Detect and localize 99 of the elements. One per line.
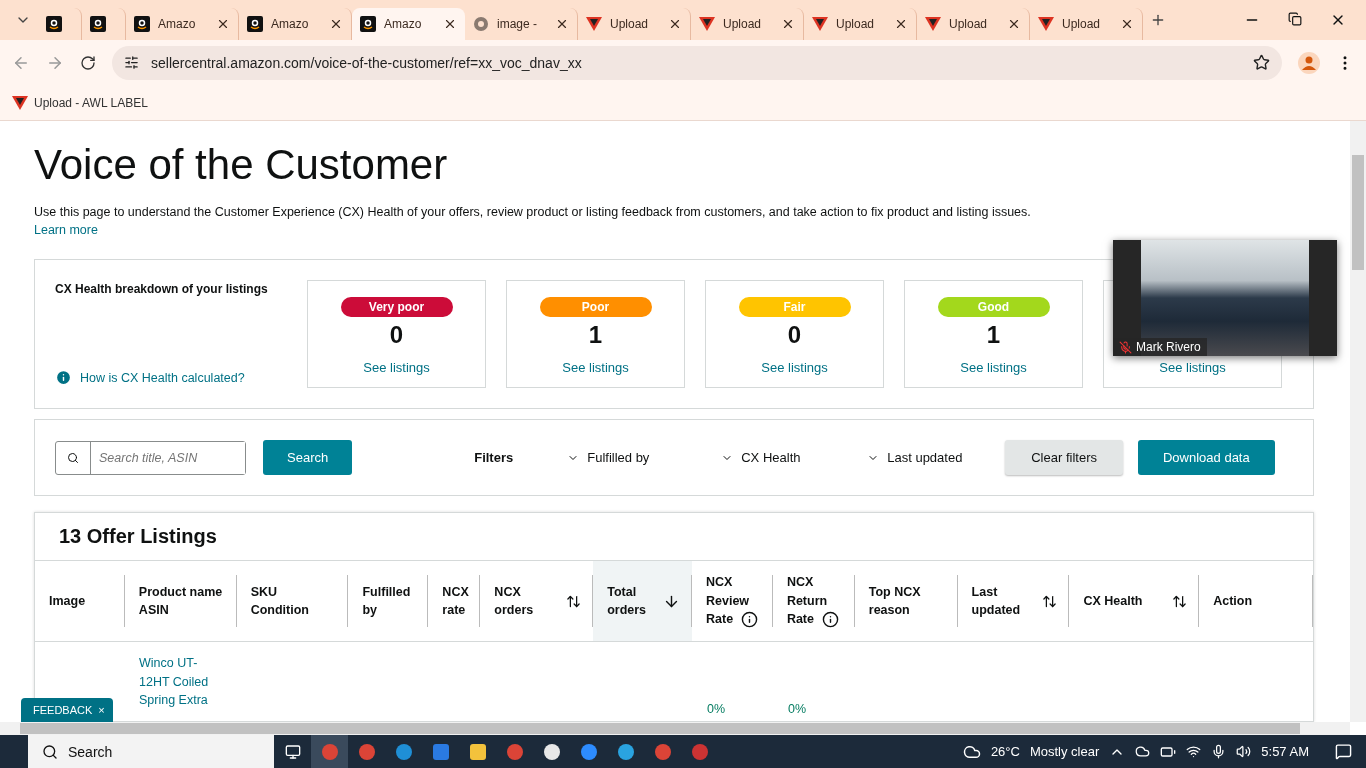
- search-button[interactable]: Search: [263, 440, 353, 475]
- sort-icon[interactable]: [1042, 593, 1058, 609]
- bookmark[interactable]: Upload - AWL LABEL: [12, 95, 148, 110]
- close-icon[interactable]: [781, 17, 795, 31]
- column-header[interactable]: CX Health: [1069, 561, 1200, 641]
- clock[interactable]: 5:57 AM: [1261, 744, 1309, 759]
- profile-icon[interactable]: [1298, 51, 1320, 74]
- triangle-icon: [812, 17, 828, 31]
- filters-label: Filters: [474, 450, 514, 465]
- horizontal-scrollbar[interactable]: [0, 722, 1350, 735]
- column-header[interactable]: Fulfilled by: [348, 561, 429, 641]
- vertical-scrollbar[interactable]: [1350, 121, 1366, 722]
- star-icon[interactable]: [1253, 54, 1270, 71]
- see-listings-link[interactable]: See listings: [562, 360, 629, 375]
- health-badge: Very poor: [340, 297, 453, 317]
- info-icon: [55, 369, 72, 386]
- speaker-icon[interactable]: [1236, 744, 1252, 759]
- see-listings-link[interactable]: See listings: [960, 360, 1027, 375]
- taskbar-search[interactable]: Search: [28, 735, 274, 768]
- health-badge: Poor: [539, 297, 652, 317]
- temperature: 26°C: [990, 744, 1020, 759]
- triangle-icon: [1038, 17, 1054, 31]
- listing-count: 0: [389, 321, 404, 349]
- health-heading: CX Health breakdown of your listings: [55, 282, 269, 296]
- search-field[interactable]: Search title, ASIN: [55, 440, 246, 475]
- info-icon[interactable]: [822, 611, 839, 628]
- column-header[interactable]: Top NCX reason: [854, 561, 958, 641]
- download-button[interactable]: Download data: [1137, 440, 1275, 475]
- page-title: Voice of the Customer: [34, 141, 449, 189]
- triangle-icon: [12, 95, 28, 110]
- health-badge: Good: [937, 297, 1050, 317]
- close-icon[interactable]: [555, 17, 569, 31]
- sort-icon[interactable]: [1172, 593, 1188, 609]
- search-icon: [67, 451, 79, 464]
- logo-icon: [46, 16, 62, 32]
- close-icon[interactable]: [894, 17, 908, 31]
- restore-icon[interactable]: [1288, 12, 1302, 26]
- app-icon[interactable]: [543, 743, 560, 760]
- listings-title: 13 Offer Listings: [35, 513, 1313, 561]
- logo-icon: [247, 16, 263, 32]
- filter-dropdown[interactable]: Fulfilled by: [567, 450, 722, 465]
- sort-icon[interactable]: [566, 593, 582, 609]
- table-cell-text: 0%: [707, 701, 727, 718]
- listing-count: 1: [588, 321, 603, 349]
- app-icon[interactable]: [617, 743, 634, 760]
- filter-dropdown[interactable]: Last updated: [867, 450, 1006, 465]
- address-bar[interactable]: sellercentral.amazon.com/voice-of-the-customer/ref=xx_voc_dnav_xx: [112, 45, 1282, 80]
- filter-dropdown[interactable]: CX Health: [721, 450, 868, 465]
- column-header[interactable]: Action: [1199, 561, 1313, 641]
- logo-icon: [134, 16, 150, 32]
- product-link[interactable]: Winco UT-12HT Coiled Spring Extra: [139, 654, 225, 710]
- help-link[interactable]: How is CX Health calculated?: [80, 370, 245, 385]
- column-header[interactable]: Last updated: [957, 561, 1070, 641]
- column-header[interactable]: SKU Condition: [236, 561, 349, 641]
- search-icon: [42, 743, 58, 760]
- reload-icon[interactable]: [80, 54, 96, 71]
- globe-icon: [473, 16, 489, 32]
- close-icon[interactable]: [216, 17, 230, 31]
- column-header[interactable]: Total orders: [593, 561, 692, 641]
- column-header[interactable]: NCX orders: [480, 561, 594, 641]
- intro-text: Use this page to understand the Customer Experience (CX) Health of your offers, review product or listing feedback from customers, and take action to fix product and listing issues. Learn more: [34, 204, 1032, 239]
- column-header[interactable]: NCX Return Rate: [772, 561, 855, 641]
- feedback-button[interactable]: FEEDBACK ×: [21, 698, 113, 722]
- see-listings-link[interactable]: See listings: [761, 360, 828, 375]
- site-settings-icon[interactable]: [124, 55, 139, 70]
- column-header[interactable]: NCX Review Rate: [692, 561, 773, 641]
- health-badge: Fair: [738, 297, 851, 317]
- triangle-icon: [586, 17, 602, 31]
- listing-count: 0: [787, 321, 802, 349]
- participant-label: Mark Rivero: [1113, 338, 1207, 356]
- see-listings-link[interactable]: See listings: [1159, 360, 1226, 375]
- table-cell-text: 0%: [788, 701, 808, 718]
- mic-icon[interactable]: [1211, 744, 1227, 759]
- info-icon[interactable]: [741, 611, 759, 628]
- task-view-icon[interactable]: [284, 743, 301, 760]
- app-icon[interactable]: [469, 743, 486, 760]
- cloud-icon[interactable]: [1135, 744, 1151, 759]
- triangle-icon: [925, 17, 941, 31]
- muted-mic-icon: [1119, 340, 1132, 354]
- column-header[interactable]: Product name ASIN: [124, 561, 237, 641]
- wifi-icon[interactable]: [1186, 744, 1202, 759]
- browser-tab[interactable]: Amazo: [352, 8, 465, 40]
- listing-count: 1: [986, 321, 1001, 349]
- new-tab-icon[interactable]: [1150, 12, 1166, 28]
- logo-icon: [360, 16, 376, 32]
- weather-text: Mostly clear: [1029, 744, 1100, 759]
- logo-icon: [90, 16, 106, 32]
- column-header[interactable]: Image: [35, 561, 125, 641]
- notifications-icon[interactable]: [1335, 743, 1352, 760]
- close-icon[interactable]: [1120, 17, 1134, 31]
- close-icon[interactable]: [1007, 17, 1021, 31]
- close-icon[interactable]: [668, 17, 682, 31]
- close-icon[interactable]: [443, 17, 457, 31]
- triangle-icon: [699, 17, 715, 31]
- close-icon[interactable]: [329, 17, 343, 31]
- see-listings-link[interactable]: See listings: [363, 360, 430, 375]
- learn-more-link[interactable]: Learn more: [34, 223, 98, 237]
- clear-filters-button[interactable]: Clear filters: [1005, 440, 1123, 475]
- column-header[interactable]: NCX rate: [428, 561, 481, 641]
